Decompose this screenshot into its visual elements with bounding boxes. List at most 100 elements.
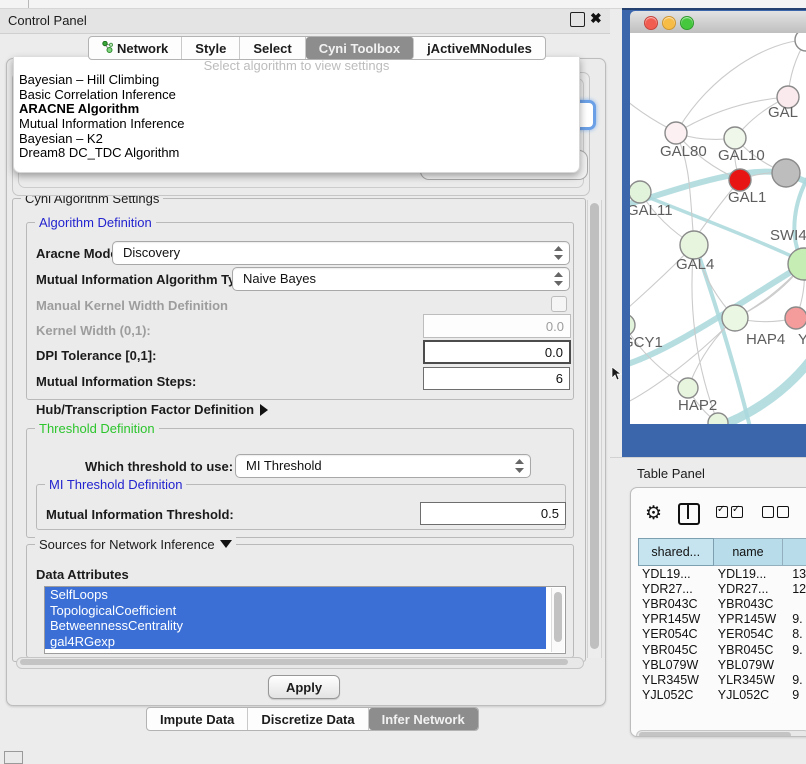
bottom-tab-impute-data[interactable]: Impute Data [147, 708, 248, 730]
bottom-tabs: Impute DataDiscretize DataInfer Network [146, 707, 479, 731]
deselect-all-icon[interactable] [762, 505, 792, 523]
table-row[interactable]: YJL052CYJL052C9 [638, 688, 806, 703]
table-cell: 12 [788, 581, 806, 596]
dropdown-item-bayesian-hill-climbing[interactable]: Bayesian – Hill Climbing [14, 73, 579, 88]
dropdown-item-dream8-dc-tdc-algorithm[interactable]: Dream8 DC_TDC Algorithm [14, 146, 579, 161]
select-all-icon[interactable] [716, 505, 746, 523]
which-threshold-combo[interactable]: MI Threshold [235, 454, 531, 478]
float-window-icon[interactable] [570, 12, 585, 27]
dropdown-placeholder: Select algorithm to view settings [14, 58, 579, 73]
column-header-a[interactable]: A [783, 539, 806, 566]
dropdown-item-bayesian-k2[interactable]: Bayesian – K2 [14, 132, 579, 147]
expanded-down-arrow-icon [220, 540, 232, 548]
mi-threshold-field[interactable]: 0.5 [420, 502, 566, 525]
hub-definition-toggle[interactable]: Hub/Transcription Factor Definition [36, 402, 268, 417]
tab-label: Network [117, 41, 168, 56]
attribute-item-betweennesscentrality[interactable]: BetweennessCentrality [45, 618, 546, 634]
table-cell: 9. [788, 612, 806, 627]
table-row[interactable]: YBL079WYBL079W [638, 657, 806, 672]
which-threshold-label: Which threshold to use: [85, 459, 233, 474]
table-cell [788, 596, 806, 611]
minimize-traffic-light-icon[interactable] [662, 16, 676, 30]
kernel-width-field[interactable]: 0.0 [423, 314, 571, 338]
zoom-traffic-light-icon[interactable] [680, 16, 694, 30]
table-cell: YER054C [714, 627, 788, 642]
svg-text:GAL80: GAL80 [660, 143, 707, 160]
column-header-shared[interactable]: shared... [639, 539, 714, 566]
table-cell: YPR145W [638, 612, 714, 627]
table-cell: YPR145W [714, 612, 788, 627]
group-title: Threshold Definition [35, 421, 159, 436]
stepper-icon [554, 246, 563, 260]
table-row[interactable]: YPR145WYPR145W9. [638, 612, 806, 627]
table-row[interactable]: YDL19...YDL19...13 [638, 566, 806, 581]
table-row[interactable]: YBR045CYBR045C9. [638, 642, 806, 657]
table-cell: YJL052C [714, 688, 788, 703]
table-panel-box: ⚙ shared...nameA YDL19...YDL19...13YDR27… [630, 487, 806, 737]
svg-text:GAL: GAL [768, 104, 798, 121]
sources-toggle[interactable]: Sources for Network Inference [35, 537, 236, 552]
network-view[interactable]: GALGAL80GAL10GAL1GAL11SWI4GAL4GCY1HAP4YH… [630, 33, 806, 424]
scrollbar-thumb[interactable] [20, 659, 568, 665]
table-horizontal-scrollbar[interactable] [636, 730, 806, 737]
columns-icon[interactable] [678, 503, 700, 525]
svg-text:SWI4: SWI4 [770, 227, 806, 244]
dropdown-item-aracne-algorithm[interactable]: ARACNE Algorithm [14, 102, 579, 117]
manual-kernel-width-checkbox[interactable] [551, 296, 567, 312]
mi-algorithm-type-combo[interactable]: Naive Bayes [232, 267, 570, 291]
network-graph: GALGAL80GAL10GAL1GAL11SWI4GAL4GCY1HAP4YH… [630, 33, 806, 424]
scrollbar-thumb[interactable] [590, 203, 599, 649]
table-cell: YBR045C [714, 642, 788, 657]
svg-text:GAL4: GAL4 [676, 256, 714, 273]
table-cell: 8. [788, 627, 806, 642]
table-row[interactable]: YLR345WYLR345W9. [638, 672, 806, 687]
tab-jactivemnodules[interactable]: jActiveMNodules [414, 37, 545, 59]
table-cell: YDR27... [714, 581, 788, 596]
scrollbar-thumb[interactable] [639, 732, 791, 737]
table-cell: YER054C [638, 627, 714, 642]
dropdown-item-mutual-information-inference[interactable]: Mutual Information Inference [14, 117, 579, 132]
tab-network[interactable]: Network [89, 37, 182, 59]
table-cell: YDR27... [638, 581, 714, 596]
dropdown-item-basic-correlation-inference[interactable]: Basic Correlation Inference [14, 88, 579, 103]
mi-steps-label: Mutual Information Steps: [36, 374, 196, 389]
column-header-name[interactable]: name [713, 539, 783, 566]
attribute-item-selfloops[interactable]: SelfLoops [45, 587, 546, 603]
tab-select[interactable]: Select [240, 37, 305, 59]
apply-button[interactable]: Apply [268, 675, 340, 699]
data-attributes-list[interactable]: SelfLoopsTopologicalCoefficientBetweenne… [44, 586, 566, 654]
list-vertical-scrollbar[interactable] [551, 588, 564, 652]
table-cell: YBR045C [638, 642, 714, 657]
table-row[interactable]: YER054CYER054C8. [638, 627, 806, 642]
svg-text:Y: Y [798, 331, 806, 348]
table-row[interactable]: YDR27...YDR27...12 [638, 581, 806, 596]
bottom-tab-infer-network[interactable]: Infer Network [369, 708, 478, 730]
aracne-mode-value: Discovery [123, 245, 180, 260]
svg-text:GCY1: GCY1 [630, 334, 663, 351]
panel-corner-button[interactable] [4, 751, 23, 764]
tab-cyni-toolbox[interactable]: Cyni Toolbox [306, 37, 414, 59]
table-cell: YBR043C [714, 596, 788, 611]
close-icon[interactable]: ✖ [590, 10, 602, 27]
table-panel-title: Table Panel [637, 466, 705, 481]
attribute-item-gal4rgexp[interactable]: gal4RGexp [45, 634, 546, 650]
attribute-item-topologicalcoefficient[interactable]: TopologicalCoefficient [45, 603, 546, 619]
mi-steps-field[interactable]: 6 [423, 367, 570, 390]
dpi-tolerance-field[interactable]: 0.0 [423, 340, 571, 364]
settings-horizontal-scrollbar[interactable] [16, 657, 584, 669]
settings-vertical-scrollbar[interactable] [587, 200, 602, 658]
bottom-tab-discretize-data[interactable]: Discretize Data [248, 708, 368, 730]
tab-style[interactable]: Style [182, 37, 240, 59]
close-traffic-light-icon[interactable] [644, 16, 658, 30]
scrollbar-thumb[interactable] [554, 592, 562, 642]
node-table[interactable]: shared...nameA YDL19...YDL19...13YDR27..… [638, 538, 806, 703]
svg-text:GAL10: GAL10 [718, 147, 765, 164]
control-panel-title: Control Panel [8, 13, 87, 28]
table-row[interactable]: YBR043CYBR043C [638, 596, 806, 611]
svg-text:GAL1: GAL1 [728, 189, 766, 206]
gear-icon[interactable]: ⚙ [645, 504, 662, 524]
table-cell: 9 [788, 688, 806, 703]
svg-text:HAP2: HAP2 [678, 397, 717, 414]
aracne-mode-combo[interactable]: Discovery [112, 241, 570, 265]
network-window-titlebar[interactable] [630, 11, 806, 34]
